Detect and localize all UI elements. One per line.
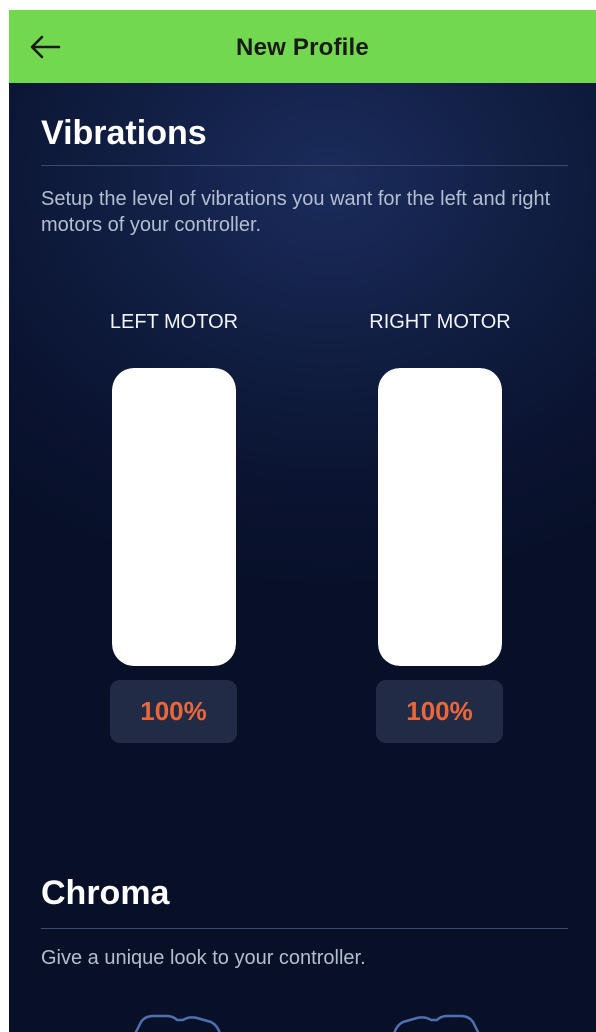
top-bar: New Profile bbox=[9, 10, 596, 83]
vibrations-title: Vibrations bbox=[41, 114, 207, 152]
controller-right-icon[interactable] bbox=[387, 1014, 487, 1032]
left-motor-percent: 100% bbox=[110, 680, 237, 743]
right-motor-slider[interactable] bbox=[378, 368, 502, 666]
right-motor-label: RIGHT MOTOR bbox=[369, 311, 511, 333]
page-title: New Profile bbox=[236, 34, 369, 61]
vibrations-divider bbox=[41, 165, 568, 166]
app-screen: New Profile Vibrations Setup the level o… bbox=[9, 10, 596, 1032]
chroma-description: Give a unique look to your controller. bbox=[41, 947, 366, 969]
right-motor-slider-fill bbox=[378, 368, 502, 666]
chroma-divider bbox=[41, 928, 568, 929]
left-motor-slider-fill bbox=[112, 368, 236, 666]
chroma-title: Chroma bbox=[41, 874, 170, 912]
right-motor-percent: 100% bbox=[376, 680, 503, 743]
vibrations-description: Setup the level of vibrations you want f… bbox=[41, 188, 551, 236]
controller-left-icon[interactable] bbox=[127, 1014, 227, 1032]
left-motor-label: LEFT MOTOR bbox=[109, 311, 239, 333]
left-motor-slider[interactable] bbox=[112, 368, 236, 666]
